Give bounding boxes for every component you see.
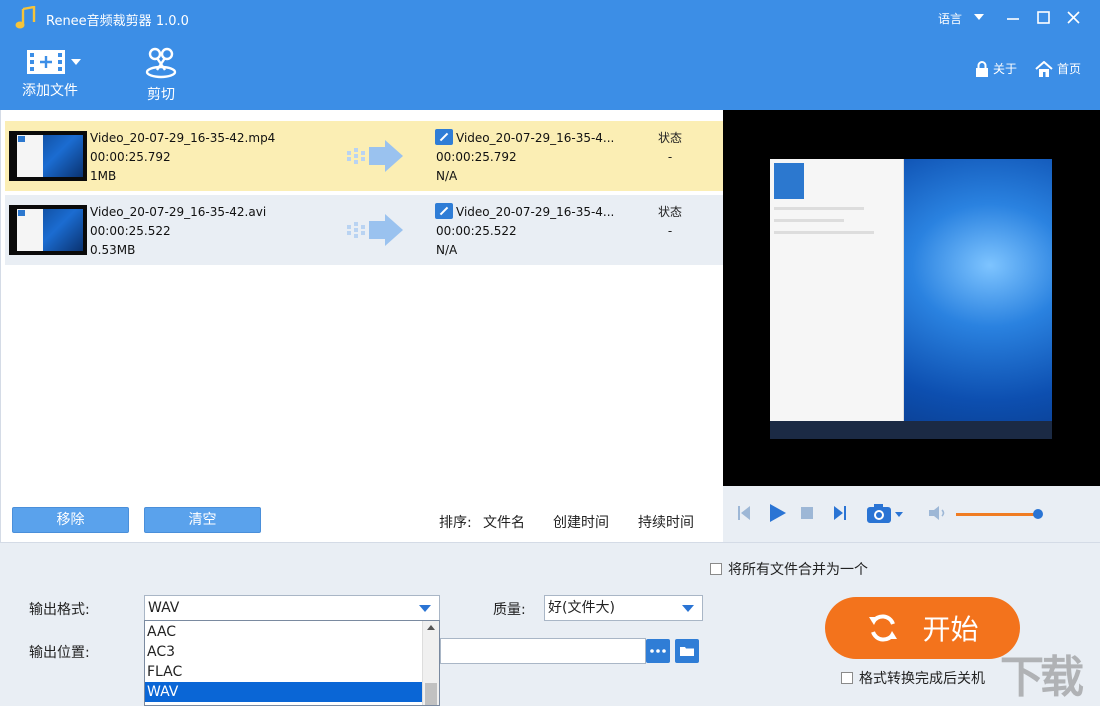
dropdown-scrollbar[interactable] — [422, 621, 439, 705]
format-select[interactable]: WAV — [144, 595, 440, 621]
player-controls — [723, 486, 1100, 542]
next-icon[interactable] — [831, 504, 849, 522]
sort-label: 排序: — [439, 515, 472, 531]
add-file-label: 添加文件 — [22, 83, 78, 99]
open-folder-button[interactable] — [675, 639, 699, 663]
refresh-icon — [869, 614, 898, 642]
language-menu[interactable]: 语言 — [938, 10, 962, 27]
chevron-down-icon — [419, 605, 431, 612]
maximize-icon[interactable] — [1031, 6, 1055, 30]
edit-icon[interactable] — [435, 129, 453, 145]
sort-by-created[interactable]: 创建时间 — [553, 512, 609, 532]
quality-label: 质量: — [493, 602, 526, 618]
about-link[interactable]: 关于 — [975, 60, 1017, 77]
merge-option[interactable]: 将所有文件合并为一个 — [710, 559, 868, 579]
file-size: 1MB — [90, 169, 117, 183]
scroll-up-icon[interactable] — [427, 625, 435, 630]
output-file-name: Video_20-07-29_16-35-4... — [456, 205, 615, 219]
format-option[interactable]: FLAC — [145, 662, 423, 682]
quality-select[interactable]: 好(文件大) — [544, 595, 703, 621]
format-label: 输出格式: — [29, 602, 90, 618]
output-file-name: Video_20-07-29_16-35-4... — [456, 131, 615, 145]
output-duration: 00:00:25.792 — [436, 150, 517, 164]
file-row[interactable]: Video_20-07-29_16-35-42.avi 00:00:25.522… — [5, 195, 723, 265]
folder-icon — [680, 647, 694, 656]
volume-icon[interactable] — [928, 505, 948, 521]
edit-icon[interactable] — [435, 203, 453, 219]
output-duration: 00:00:25.522 — [436, 224, 517, 238]
format-option-selected[interactable]: WAV — [145, 682, 423, 702]
home-icon — [1035, 60, 1053, 77]
preview-frame — [770, 159, 1052, 439]
output-size: N/A — [436, 169, 458, 183]
format-dropdown: AAC AC3 FLAC WAV — [144, 620, 440, 706]
home-link[interactable]: 首页 — [1035, 60, 1081, 77]
minimize-icon[interactable] — [1001, 6, 1025, 30]
file-duration: 00:00:25.522 — [90, 224, 171, 238]
chevron-down-icon[interactable] — [974, 14, 984, 20]
merge-checkbox[interactable] — [710, 563, 722, 575]
app-title: Renee音频裁剪器 1.0.0 — [46, 14, 189, 29]
convert-arrow-icon — [347, 214, 403, 246]
more-icon — [650, 649, 666, 653]
browse-button[interactable] — [646, 639, 670, 663]
output-size: N/A — [436, 243, 458, 257]
video-preview — [723, 110, 1100, 486]
chevron-down-icon — [682, 605, 694, 612]
status-value: - — [667, 224, 673, 238]
format-option[interactable]: AC3 — [145, 642, 423, 662]
sort-by-duration[interactable]: 持续时间 — [638, 512, 694, 532]
shutdown-option[interactable]: 格式转换完成后关机 — [841, 668, 985, 688]
file-size: 0.53MB — [90, 243, 136, 257]
camera-icon[interactable] — [866, 502, 906, 524]
video-thumbnail — [9, 131, 87, 181]
shutdown-label: 格式转换完成后关机 — [859, 671, 985, 687]
status-value: - — [667, 150, 673, 164]
quality-value: 好(文件大) — [548, 600, 615, 616]
status-label: 状态 — [657, 131, 682, 145]
cut-label: 剪切 — [147, 87, 175, 103]
file-duration: 00:00:25.792 — [90, 150, 171, 164]
clear-button[interactable]: 清空 — [144, 507, 261, 533]
volume-slider[interactable] — [956, 513, 1038, 516]
film-add-icon — [27, 50, 81, 74]
format-value: WAV — [148, 600, 180, 616]
shutdown-checkbox[interactable] — [841, 672, 853, 684]
format-option[interactable]: AAC — [145, 622, 423, 642]
lock-icon — [976, 60, 988, 77]
output-dir-label: 输出位置: — [29, 645, 90, 661]
status-label: 状态 — [657, 205, 682, 219]
remove-button[interactable]: 移除 — [12, 507, 129, 533]
previous-icon[interactable] — [735, 504, 753, 522]
sort-by-name[interactable]: 文件名 — [483, 512, 525, 532]
cut-button[interactable]: 剪切 — [128, 46, 194, 104]
volume-knob[interactable] — [1033, 509, 1043, 519]
convert-arrow-icon — [347, 140, 403, 172]
about-label: 关于 — [993, 62, 1018, 76]
stop-icon[interactable] — [800, 506, 814, 520]
start-label: 开始 — [922, 613, 979, 646]
scrollbar-thumb[interactable] — [425, 683, 437, 705]
file-name: Video_20-07-29_16-35-42.mp4 — [90, 131, 276, 145]
merge-label: 将所有文件合并为一个 — [728, 562, 868, 578]
close-icon[interactable] — [1061, 6, 1085, 30]
title-toolbar-bar: Renee音频裁剪器 1.0.0 语言 添加文件 剪切 关于 首页 — [0, 0, 1100, 110]
file-name: Video_20-07-29_16-35-42.avi — [90, 205, 267, 219]
start-button[interactable]: 开始 — [825, 597, 1020, 659]
file-list: Video_20-07-29_16-35-42.mp4 00:00:25.792… — [0, 110, 723, 542]
scissors-icon — [145, 47, 177, 79]
music-note-icon — [15, 6, 36, 29]
watermark: 下载吧 — [1000, 652, 1084, 703]
add-file-button[interactable]: 添加文件 — [14, 46, 86, 100]
video-thumbnail — [9, 205, 87, 255]
output-dir-field[interactable] — [440, 638, 646, 664]
file-row[interactable]: Video_20-07-29_16-35-42.mp4 00:00:25.792… — [5, 121, 723, 191]
play-icon[interactable] — [766, 502, 788, 524]
home-label: 首页 — [1057, 62, 1082, 76]
